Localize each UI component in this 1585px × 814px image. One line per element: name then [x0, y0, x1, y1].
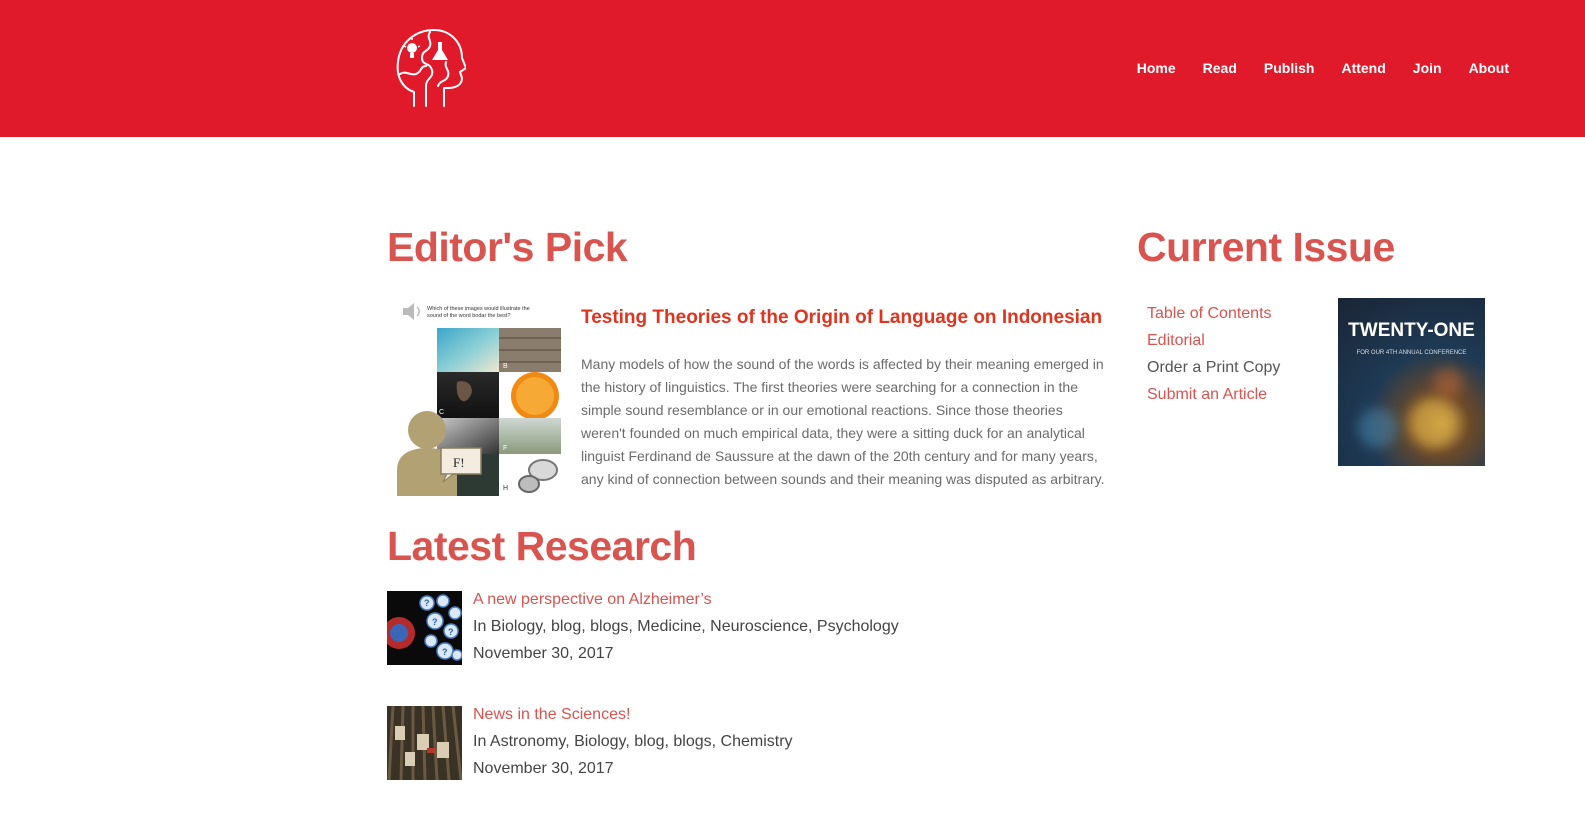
- issue-cover-image[interactable]: TWENTY-ONE FOR OUR 4TH ANNUAL CONFERENCE: [1338, 298, 1485, 466]
- svg-text:?: ?: [432, 617, 438, 627]
- nav-attend[interactable]: Attend: [1341, 60, 1385, 76]
- order-print-copy-link[interactable]: Order a Print Copy: [1147, 354, 1280, 381]
- editors-pick-illustration: Which of these images would illustrate t…: [397, 303, 561, 496]
- svg-text:?: ?: [448, 627, 454, 637]
- nav-about[interactable]: About: [1469, 60, 1509, 76]
- site-logo[interactable]: [392, 26, 466, 110]
- editors-pick-heading: Editor's Pick: [387, 224, 628, 270]
- site-header: Home Read Publish Attend Join About: [0, 0, 1585, 137]
- editorial-link[interactable]: Editorial: [1147, 327, 1280, 354]
- svg-text:sound of the word bodar the be: sound of the word bodar the best?: [427, 313, 510, 319]
- nav-join[interactable]: Join: [1413, 60, 1442, 76]
- current-issue-links: Table of Contents Editorial Order a Prin…: [1147, 300, 1280, 408]
- nav-read[interactable]: Read: [1203, 60, 1237, 76]
- latest-research-heading: Latest Research: [387, 523, 697, 569]
- main-nav: Home Read Publish Attend Join About: [1110, 60, 1509, 76]
- research-item: News in the Sciences! In Astronomy, Biol…: [387, 706, 947, 781]
- research-date: November 30, 2017: [473, 645, 614, 662]
- svg-text:F: F: [503, 445, 507, 452]
- research-item: ???? A new perspective on Alzheimer’s In…: [387, 591, 947, 666]
- research-categories: In Biology, blog, blogs, Medicine, Neuro…: [473, 618, 899, 635]
- current-issue-heading: Current Issue: [1137, 224, 1395, 270]
- svg-text:C: C: [439, 409, 444, 416]
- nav-home[interactable]: Home: [1137, 60, 1176, 76]
- svg-text:B: B: [503, 363, 508, 370]
- editors-pick-title-link[interactable]: Testing Theories of the Origin of Langua…: [581, 307, 1102, 329]
- research-date: November 30, 2017: [473, 760, 614, 777]
- research-title-link[interactable]: A new perspective on Alzheimer’s: [473, 591, 712, 609]
- research-thumbnail[interactable]: [387, 706, 462, 780]
- svg-text:?: ?: [442, 647, 448, 657]
- research-title-link[interactable]: News in the Sciences!: [473, 706, 630, 724]
- speaker-icon[interactable]: [403, 303, 420, 320]
- submit-article-link[interactable]: Submit an Article: [1147, 381, 1280, 408]
- editors-pick-image[interactable]: Which of these images would illustrate t…: [397, 298, 561, 496]
- editors-pick-excerpt: Many models of how the sound of the word…: [581, 356, 1105, 487]
- svg-text:Which of these images would il: Which of these images would illustrate t…: [427, 306, 530, 312]
- table-of-contents-link[interactable]: Table of Contents: [1147, 300, 1280, 327]
- research-categories: In Astronomy, Biology, blog, blogs, Chem…: [473, 733, 793, 750]
- svg-text:F!: F!: [453, 455, 465, 470]
- research-thumbnail[interactable]: ????: [387, 591, 462, 665]
- svg-text:D: D: [503, 409, 508, 416]
- cover-subtitle: FOR OUR 4TH ANNUAL CONFERENCE: [1356, 350, 1467, 356]
- cover-title: TWENTY-ONE: [1348, 320, 1475, 341]
- svg-text:?: ?: [424, 598, 430, 608]
- nav-publish[interactable]: Publish: [1264, 60, 1315, 76]
- svg-text:H: H: [503, 485, 508, 492]
